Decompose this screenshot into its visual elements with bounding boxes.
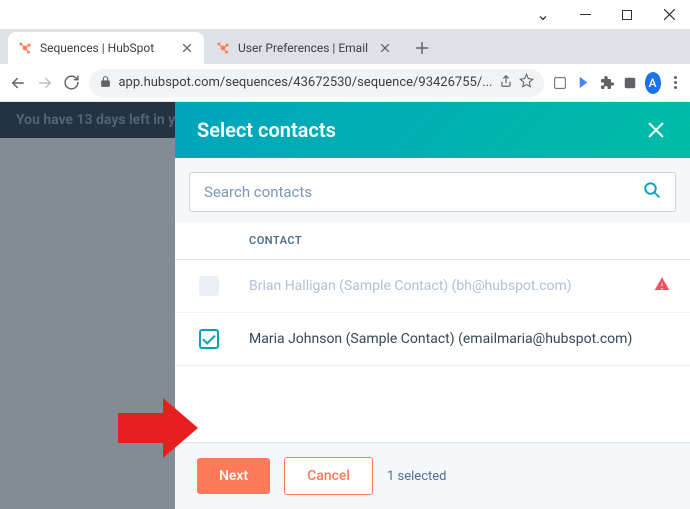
browser-tab-inactive[interactable]: User Preferences | Email bbox=[206, 32, 402, 64]
address-bar[interactable]: app.hubspot.com/sequences/43672530/seque… bbox=[89, 69, 543, 97]
tab-title: User Preferences | Email bbox=[238, 41, 378, 55]
close-icon bbox=[648, 122, 664, 138]
close-icon bbox=[381, 44, 389, 52]
window-chevron[interactable]: ⌄ bbox=[522, 0, 564, 30]
extension-icon-1[interactable] bbox=[552, 74, 568, 92]
reload-icon bbox=[63, 74, 80, 91]
extensions-puzzle-icon[interactable] bbox=[599, 74, 615, 92]
search-container bbox=[175, 158, 690, 222]
select-contacts-modal: Select contacts CONTACT Brian Halligan (… bbox=[175, 102, 690, 509]
page-content: You have 13 days left in your Sales Hub … bbox=[0, 102, 690, 509]
minimize-icon bbox=[580, 9, 591, 20]
contact-list: Brian Halligan (Sample Contact) (bh@hubs… bbox=[175, 260, 690, 442]
tab-title: Sequences | HubSpot bbox=[40, 41, 180, 55]
browser-menu-button[interactable] bbox=[669, 76, 682, 89]
window-controls: ⌄ bbox=[522, 0, 690, 30]
hubspot-favicon-icon bbox=[18, 41, 32, 55]
modal-close-button[interactable] bbox=[644, 118, 668, 142]
selected-count: 1 selected bbox=[387, 469, 446, 484]
window-titlebar: ⌄ bbox=[0, 0, 690, 30]
arrow-left-icon bbox=[9, 74, 27, 92]
contact-list-header: CONTACT bbox=[175, 222, 690, 260]
lock-icon bbox=[99, 73, 112, 92]
hubspot-favicon-icon bbox=[216, 41, 230, 55]
maximize-icon bbox=[622, 10, 632, 20]
cancel-button[interactable]: Cancel bbox=[284, 457, 373, 495]
bookmark-star-icon[interactable] bbox=[519, 73, 534, 92]
next-button[interactable]: Next bbox=[197, 458, 270, 494]
new-tab-button[interactable] bbox=[408, 34, 436, 62]
search-box bbox=[189, 172, 676, 212]
nav-forward-button[interactable] bbox=[35, 70, 54, 96]
tab-close-button[interactable] bbox=[378, 41, 392, 55]
arrow-right-icon bbox=[36, 74, 54, 92]
search-icon[interactable] bbox=[643, 181, 661, 203]
window-close[interactable] bbox=[648, 0, 690, 30]
contact-checkbox bbox=[199, 276, 219, 296]
background-dimmed bbox=[0, 102, 175, 509]
close-icon bbox=[183, 44, 191, 52]
contact-row: Brian Halligan (Sample Contact) (bh@hubs… bbox=[175, 260, 690, 313]
contact-row[interactable]: Maria Johnson (Sample Contact) (emailmar… bbox=[175, 313, 690, 366]
close-icon bbox=[664, 9, 675, 20]
warning-icon[interactable] bbox=[654, 276, 670, 296]
nav-reload-button[interactable] bbox=[62, 70, 81, 96]
modal-header: Select contacts bbox=[175, 102, 690, 158]
search-input[interactable] bbox=[204, 183, 643, 201]
nav-back-button[interactable] bbox=[8, 70, 27, 96]
share-icon[interactable] bbox=[499, 73, 513, 92]
window-maximize[interactable] bbox=[606, 0, 648, 30]
modal-footer: Next Cancel 1 selected bbox=[175, 442, 690, 509]
tab-close-button[interactable] bbox=[180, 41, 194, 55]
browser-toolbar: app.hubspot.com/sequences/43672530/seque… bbox=[0, 64, 690, 102]
window-minimize[interactable] bbox=[564, 0, 606, 30]
modal-title: Select contacts bbox=[197, 118, 336, 142]
contact-label: Maria Johnson (Sample Contact) (emailmar… bbox=[249, 331, 670, 347]
contact-label: Brian Halligan (Sample Contact) (bh@hubs… bbox=[249, 278, 646, 294]
extension-icon-3[interactable] bbox=[623, 74, 637, 92]
url-text: app.hubspot.com/sequences/43672530/seque… bbox=[118, 75, 492, 90]
browser-tabstrip: Sequences | HubSpot User Preferences | E… bbox=[0, 30, 690, 64]
contact-checkbox[interactable] bbox=[199, 329, 219, 349]
profile-avatar[interactable]: A bbox=[645, 72, 661, 94]
browser-tab-active[interactable]: Sequences | HubSpot bbox=[8, 32, 204, 64]
extension-icon-2[interactable] bbox=[576, 74, 591, 92]
plus-icon bbox=[416, 42, 428, 54]
